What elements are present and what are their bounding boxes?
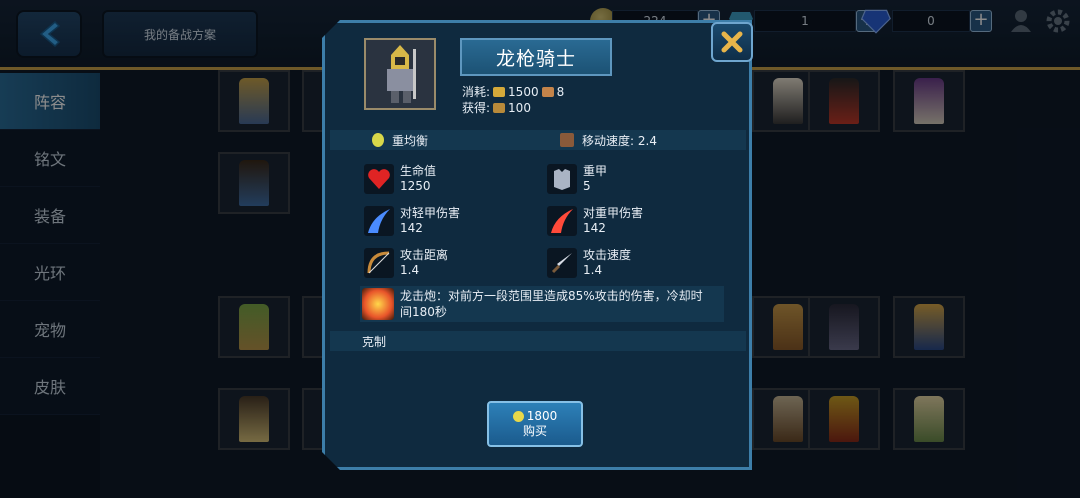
stat-label: 对轻甲伤害 xyxy=(400,206,461,220)
heart-icon xyxy=(364,164,394,194)
balance-icon xyxy=(372,133,384,147)
close-icon xyxy=(721,31,743,53)
stat-label: 生命值 xyxy=(400,164,437,178)
skill-description: 龙击炮：对前方一段范围里造成85%攻击的伤害，冷却时 间180秒 xyxy=(360,286,724,322)
gain-value: 100 xyxy=(508,101,531,115)
stat-value: 1250 xyxy=(400,179,431,193)
hero-cost-info: 消耗: 1500 8 获得: 100 xyxy=(462,84,564,116)
stat-attack-range: 攻击距离 1.4 xyxy=(364,248,448,278)
knight-icon xyxy=(387,45,416,103)
stat-heavy-damage: 对重甲伤害 142 xyxy=(547,206,643,236)
reward-icon xyxy=(493,103,506,113)
counter-label: 克制 xyxy=(362,334,387,349)
bow-icon xyxy=(364,248,394,278)
stat-health: 生命值 1250 xyxy=(364,164,436,194)
gold-icon xyxy=(493,87,506,97)
skill-text-cont: 间180秒 xyxy=(400,305,447,319)
stat-label: 对重甲伤害 xyxy=(583,206,644,220)
counter-band: 克制 xyxy=(330,331,746,351)
stat-light-damage: 对轻甲伤害 142 xyxy=(364,206,460,236)
heavy-armor-icon xyxy=(547,164,577,194)
dagger-icon xyxy=(547,248,577,278)
buy-label: 购买 xyxy=(522,424,547,438)
gain-label: 获得: xyxy=(462,101,491,115)
cost-gold: 1500 xyxy=(508,85,539,99)
stat-label: 攻击距离 xyxy=(400,248,449,262)
stat-value: 142 xyxy=(583,221,606,235)
move-speed: 移动速度: 2.4 xyxy=(582,133,657,148)
cost-label: 消耗: xyxy=(462,85,491,99)
buy-price: 1800 xyxy=(526,409,558,423)
buy-button[interactable]: 1800 购买 xyxy=(487,401,583,447)
stat-value: 1.4 xyxy=(400,263,420,277)
stat-value: 142 xyxy=(400,221,423,235)
blue-slash-icon xyxy=(364,206,394,236)
attribute-band: 重均衡 移动速度: 2.4 xyxy=(330,130,746,150)
stat-label: 攻击速度 xyxy=(583,248,632,262)
cannon-blast-icon xyxy=(362,288,394,320)
stat-attack-speed: 攻击速度 1.4 xyxy=(547,248,631,278)
stat-value: 5 xyxy=(583,179,591,193)
red-slash-icon xyxy=(547,206,577,236)
boot-icon xyxy=(560,133,575,147)
skill-text: 龙击炮：对前方一段范围里造成85%攻击的伤害，冷却时 xyxy=(400,289,703,303)
cost-population: 8 xyxy=(556,85,565,99)
balance-label: 重均衡 xyxy=(392,133,429,148)
coin-icon xyxy=(512,411,524,422)
stat-value: 1.4 xyxy=(583,263,603,277)
hero-name-plate: 龙枪骑士 xyxy=(460,38,612,76)
hero-name: 龙枪骑士 xyxy=(495,47,576,70)
stat-label: 重甲 xyxy=(583,164,608,178)
stat-armor: 重甲 5 xyxy=(547,164,607,194)
population-icon xyxy=(541,87,554,97)
close-button[interactable] xyxy=(711,22,753,62)
hero-portrait xyxy=(364,38,436,110)
